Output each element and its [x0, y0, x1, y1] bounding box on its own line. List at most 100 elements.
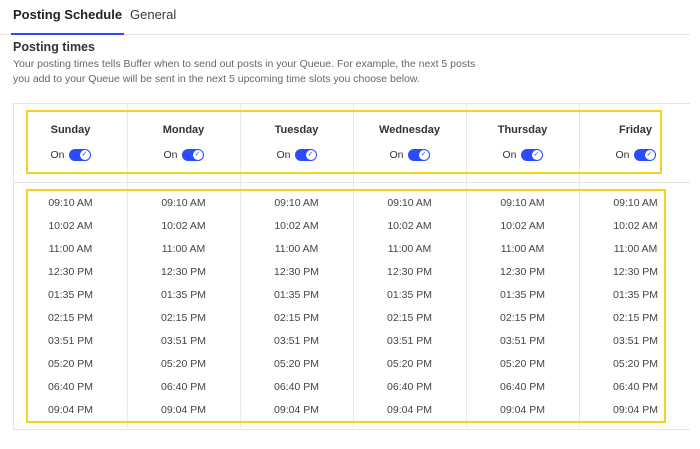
column-divider: [353, 183, 354, 428]
column-divider: [466, 183, 467, 428]
toggle-label: On: [50, 149, 65, 162]
column-divider: [240, 104, 241, 182]
check-icon: ✓: [418, 150, 429, 161]
day-toggle[interactable]: On ✓: [127, 149, 240, 162]
time-slot[interactable]: 11:00 AM: [240, 243, 353, 255]
time-slot[interactable]: 03:51 PM: [14, 335, 127, 347]
day-times-column: 09:10 AM 10:02 AM 11:00 AM 12:30 PM 01:35 PM…: [240, 183, 353, 428]
time-slot[interactable]: 11:00 AM: [14, 243, 127, 255]
day-toggle[interactable]: On ✓: [353, 149, 466, 162]
time-slot[interactable]: 01:35 PM: [466, 289, 579, 301]
day-toggle[interactable]: On ✓: [466, 149, 579, 162]
day-toggle[interactable]: On ✓: [579, 149, 692, 162]
day-times-column: 09:10 AM 10:02 AM 11:00 AM 12:30 PM 01:35 PM…: [353, 183, 466, 428]
time-slot[interactable]: 05:20 PM: [14, 358, 127, 370]
time-slot[interactable]: 09:04 PM: [240, 404, 353, 416]
time-slot[interactable]: 01:35 PM: [127, 289, 240, 301]
day-column-header: Wednesday On ✓: [353, 104, 466, 182]
time-slot[interactable]: 02:15 PM: [579, 312, 692, 324]
on-toggle-switch[interactable]: ✓: [294, 149, 317, 162]
time-slot[interactable]: 01:35 PM: [353, 289, 466, 301]
time-slot[interactable]: 09:10 AM: [240, 197, 353, 209]
time-slot[interactable]: 01:35 PM: [579, 289, 692, 301]
column-divider: [127, 104, 128, 182]
check-icon: ✓: [79, 150, 90, 161]
time-slot[interactable]: 02:15 PM: [466, 312, 579, 324]
time-slot[interactable]: 01:35 PM: [14, 289, 127, 301]
on-toggle-switch[interactable]: ✓: [633, 149, 656, 162]
time-slot[interactable]: 09:10 AM: [579, 197, 692, 209]
day-toggle[interactable]: On ✓: [14, 149, 127, 162]
time-slot[interactable]: 12:30 PM: [579, 266, 692, 278]
tab-bar: Posting Schedule General: [0, 0, 690, 35]
on-toggle-switch[interactable]: ✓: [407, 149, 430, 162]
time-slot[interactable]: 05:20 PM: [127, 358, 240, 370]
on-toggle-switch[interactable]: ✓: [181, 149, 204, 162]
time-slot[interactable]: 02:15 PM: [127, 312, 240, 324]
day-column-header: Tuesday On ✓: [240, 104, 353, 182]
time-slot[interactable]: 03:51 PM: [127, 335, 240, 347]
times-grid: 09:10 AM 10:02 AM 11:00 AM 12:30 PM 01:35 PM…: [14, 183, 694, 428]
time-slot[interactable]: 01:35 PM: [240, 289, 353, 301]
time-slot[interactable]: 03:51 PM: [353, 335, 466, 347]
toggle-label: On: [276, 149, 291, 162]
time-slot[interactable]: 11:00 AM: [127, 243, 240, 255]
tab-posting-schedule[interactable]: Posting Schedule: [10, 7, 125, 35]
on-toggle-switch[interactable]: ✓: [68, 149, 91, 162]
time-slot[interactable]: 09:10 AM: [127, 197, 240, 209]
time-slot[interactable]: 09:10 AM: [14, 197, 127, 209]
day-toggle[interactable]: On ✓: [240, 149, 353, 162]
time-slot[interactable]: 12:30 PM: [127, 266, 240, 278]
time-slot[interactable]: 03:51 PM: [466, 335, 579, 347]
time-slot[interactable]: 10:02 AM: [466, 220, 579, 232]
time-slot[interactable]: 12:30 PM: [240, 266, 353, 278]
time-slot[interactable]: 05:20 PM: [240, 358, 353, 370]
column-divider: [127, 183, 128, 428]
day-times-column: 09:10 AM 10:02 AM 11:00 AM 12:30 PM 01:35 PM…: [127, 183, 240, 428]
column-divider: [466, 104, 467, 182]
time-slot[interactable]: 09:10 AM: [353, 197, 466, 209]
days-header-row: Sunday On ✓ Monday On ✓ Tuesday On ✓ Wednesday On ✓…: [14, 104, 694, 183]
time-slot[interactable]: 10:02 AM: [14, 220, 127, 232]
time-slot[interactable]: 09:04 PM: [127, 404, 240, 416]
schedule-panel: Sunday On ✓ Monday On ✓ Tuesday On ✓ Wednesday On ✓…: [13, 103, 694, 430]
toggle-label: On: [389, 149, 404, 162]
time-slot[interactable]: 06:40 PM: [579, 381, 692, 393]
time-slot[interactable]: 02:15 PM: [14, 312, 127, 324]
time-slot[interactable]: 11:00 AM: [353, 243, 466, 255]
time-slot[interactable]: 06:40 PM: [14, 381, 127, 393]
time-slot[interactable]: 09:10 AM: [466, 197, 579, 209]
day-name: Monday: [162, 124, 205, 136]
time-slot[interactable]: 03:51 PM: [240, 335, 353, 347]
time-slot[interactable]: 09:04 PM: [353, 404, 466, 416]
time-slot[interactable]: 09:04 PM: [466, 404, 579, 416]
time-slot[interactable]: 11:00 AM: [579, 243, 692, 255]
time-slot[interactable]: 03:51 PM: [579, 335, 692, 347]
time-slot[interactable]: 10:02 AM: [353, 220, 466, 232]
time-slot[interactable]: 10:02 AM: [240, 220, 353, 232]
time-slot[interactable]: 12:30 PM: [353, 266, 466, 278]
time-slot[interactable]: 06:40 PM: [353, 381, 466, 393]
on-toggle-switch[interactable]: ✓: [520, 149, 543, 162]
section-title: Posting times: [13, 40, 95, 54]
time-slot[interactable]: 06:40 PM: [240, 381, 353, 393]
time-slot[interactable]: 12:30 PM: [466, 266, 579, 278]
time-slot[interactable]: 10:02 AM: [127, 220, 240, 232]
column-divider: [353, 104, 354, 182]
time-slot[interactable]: 05:20 PM: [353, 358, 466, 370]
time-slot[interactable]: 10:02 AM: [579, 220, 692, 232]
check-icon: ✓: [305, 150, 316, 161]
time-slot[interactable]: 02:15 PM: [353, 312, 466, 324]
time-slot[interactable]: 09:04 PM: [14, 404, 127, 416]
time-slot[interactable]: 11:00 AM: [466, 243, 579, 255]
time-slot[interactable]: 12:30 PM: [14, 266, 127, 278]
time-slot[interactable]: 05:20 PM: [579, 358, 692, 370]
time-slot[interactable]: 06:40 PM: [466, 381, 579, 393]
day-name: Tuesday: [274, 124, 319, 136]
time-slot[interactable]: 09:04 PM: [579, 404, 692, 416]
time-slot[interactable]: 06:40 PM: [127, 381, 240, 393]
day-times-column: 09:10 AM 10:02 AM 11:00 AM 12:30 PM 01:35 PM…: [466, 183, 579, 428]
tab-general[interactable]: General: [130, 7, 176, 22]
time-slot[interactable]: 05:20 PM: [466, 358, 579, 370]
time-slot[interactable]: 02:15 PM: [240, 312, 353, 324]
